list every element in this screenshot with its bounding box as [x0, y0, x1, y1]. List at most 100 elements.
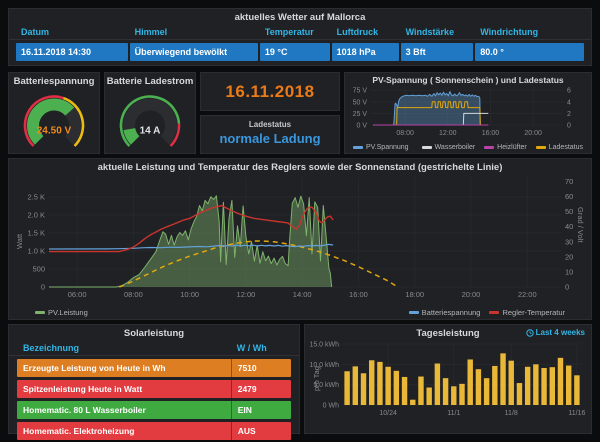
daily-bar: [558, 358, 563, 405]
time-range-label: Last 4 weeks: [536, 328, 585, 337]
weather-panel-title[interactable]: aktuelles Wetter auf Mallorca: [9, 9, 591, 23]
series-area-PV.Spannung: [373, 92, 480, 125]
time-range-selector[interactable]: Last 4 weeks: [526, 328, 585, 337]
legend-series-marker: [484, 146, 494, 149]
weather-column-header[interactable]: Windrichtung: [475, 27, 584, 37]
weather-column-header[interactable]: Himmel: [130, 27, 258, 37]
pv-voltage-panel: PV-Spannung ( Sonnenschein ) und Ladesta…: [344, 72, 592, 154]
solar-row-value: AUS: [231, 422, 291, 440]
x-axis-tick-label: 16:00: [482, 130, 500, 137]
daily-bar: [517, 383, 522, 405]
legend-item[interactable]: Regler-Temperatur: [489, 308, 565, 317]
y-axis-tick-label: 10: [565, 267, 573, 276]
solar-table-row: Homematic. 80 L WasserboilerEIN: [17, 401, 291, 419]
gauge-value: 14 A: [140, 126, 161, 137]
daily-bar: [533, 364, 538, 405]
solar-row-value: 7510: [231, 359, 291, 377]
x-axis-tick-label: 12:00: [237, 290, 256, 299]
legend-item[interactable]: PV.Leistung: [35, 308, 88, 317]
y-axis-tick-label: 25 V: [353, 111, 368, 118]
y-axis-tick-label: 60: [565, 192, 573, 201]
legend-item[interactable]: Ladestatus: [536, 144, 583, 151]
weather-column-header[interactable]: Luftdruck: [332, 27, 399, 37]
legend-series-label: Batteriespannung: [422, 308, 481, 317]
daily-output-chart[interactable]: 0 Wh5.0 kWh10.0 kWh15.0 kWh10/2411/111/8…: [305, 339, 591, 433]
main-chart-title[interactable]: aktuelle Leistung und Temperatur des Reg…: [9, 159, 591, 173]
weather-value-cell: Überwiegend bewölkt: [130, 43, 258, 61]
daily-bar: [385, 367, 390, 405]
legend-item[interactable]: Heizlüfter: [484, 144, 527, 151]
daily-output-panel: Tagesleistung Last 4 weeks 0 Wh5.0 kWh10…: [304, 324, 592, 434]
x-axis-tick-label: 11/16: [568, 410, 585, 417]
solar-table-rows: Erzeugte Leistung von Heute in Wh7510Spi…: [9, 356, 299, 440]
main-chart-legend: PV.Leistung Batteriespannung Regler-Temper…: [35, 308, 565, 317]
daily-bar: [402, 377, 407, 405]
x-axis-tick-label: 10:00: [180, 290, 199, 299]
battery-voltage-gauge: 24.50 V: [9, 87, 99, 154]
y-axis-tick-label: 15.0 kWh: [309, 342, 339, 349]
legend-series-label: Ladestatus: [549, 144, 583, 151]
x-axis-tick-label: 11/1: [447, 410, 460, 417]
y-axis-tick-label: 40: [565, 222, 573, 231]
y-axis-tick-label: 0: [41, 283, 45, 292]
battery-current-gauge: 14 A: [105, 87, 195, 154]
y-axis-tick-label: 70: [565, 177, 573, 186]
x-axis-tick-label: 18:00: [405, 290, 424, 299]
y-axis-tick-label: 0: [565, 283, 569, 292]
legend-series-label: PV.Spannung: [366, 144, 409, 151]
pv-voltage-chart[interactable]: 08:0012:0016:0020:000 V25 V50 V75 V0246: [345, 84, 591, 141]
charge-status-title[interactable]: Ladestatus: [201, 116, 339, 129]
daily-bar: [426, 388, 431, 405]
y-axis-tick-label: 50 V: [353, 99, 368, 106]
legend-series-marker: [422, 146, 432, 149]
daily-bar: [459, 384, 464, 405]
weather-column-header[interactable]: Datum: [16, 27, 128, 37]
daily-bar: [344, 371, 349, 405]
weather-value-cell: 19 °C: [260, 43, 330, 61]
weather-column-header[interactable]: Windstärke: [401, 27, 474, 37]
x-axis-tick-label: 20:00: [524, 130, 542, 137]
daily-bar: [525, 367, 530, 405]
solar-column-header[interactable]: Bezeichnung: [17, 343, 231, 353]
legend-series-label: Wasserboiler: [435, 144, 476, 151]
main-chart[interactable]: 06:0008:0010:0012:0014:0016:0018:0020:00…: [9, 172, 591, 305]
daily-y-axis-label: pro Tag: [312, 366, 321, 391]
daily-bar: [574, 375, 579, 405]
battery-voltage-title[interactable]: Batteriespannung: [9, 73, 99, 87]
daily-bar: [566, 366, 571, 405]
daily-bar: [435, 364, 440, 405]
x-axis-tick-label: 06:00: [68, 290, 87, 299]
main-chart-panel: aktuelle Leistung und Temperatur des Reg…: [8, 158, 592, 320]
solar-table-panel: Solarleistung BezeichnungW / Wh Erzeugte…: [8, 324, 300, 434]
weather-column-header[interactable]: Temperatur: [260, 27, 330, 37]
gauge-fill: [129, 129, 135, 140]
weather-value-cell: 16.11.2018 14:30: [16, 43, 128, 61]
daily-bar: [410, 400, 415, 405]
x-axis-tick-label: 14:00: [293, 290, 312, 299]
legend-item[interactable]: Batteriespannung: [409, 308, 481, 317]
legend-series-marker: [489, 311, 499, 314]
weather-value-cell: 80.0 °: [475, 43, 584, 61]
x-axis-tick-label: 16:00: [349, 290, 368, 299]
x-axis-tick-label: 08:00: [124, 290, 143, 299]
daily-bar: [484, 378, 489, 405]
gauge-value: 24.50 V: [37, 126, 72, 137]
solar-table-row: Homematic. ElektroheizungAUS: [17, 422, 291, 440]
charge-status-panel: Ladestatus normale Ladung: [200, 115, 340, 154]
legend-item[interactable]: PV.Spannung: [353, 144, 409, 151]
solar-column-header[interactable]: W / Wh: [231, 343, 291, 353]
legend-series-marker: [536, 146, 546, 149]
solar-table-title[interactable]: Solarleistung: [9, 325, 299, 339]
date-panel: 16.11.2018: [200, 72, 340, 111]
charge-status-value: normale Ladung: [201, 129, 339, 146]
daily-bar: [394, 371, 399, 405]
daily-bar: [468, 359, 473, 405]
y-axis-tick-label: 0 Wh: [323, 403, 339, 410]
y-axis-tick-label: 500: [32, 264, 45, 273]
daily-bar: [353, 366, 358, 405]
battery-current-title[interactable]: Batterie Ladestrom: [105, 73, 195, 87]
y-axis-tick-label: 4: [567, 99, 571, 106]
pv-chart-legend: PV.Spannung Wasserboiler Heizlüfter Ladesta…: [353, 144, 583, 151]
current-date-value: 16.11.2018: [201, 73, 339, 110]
legend-item[interactable]: Wasserboiler: [422, 144, 476, 151]
